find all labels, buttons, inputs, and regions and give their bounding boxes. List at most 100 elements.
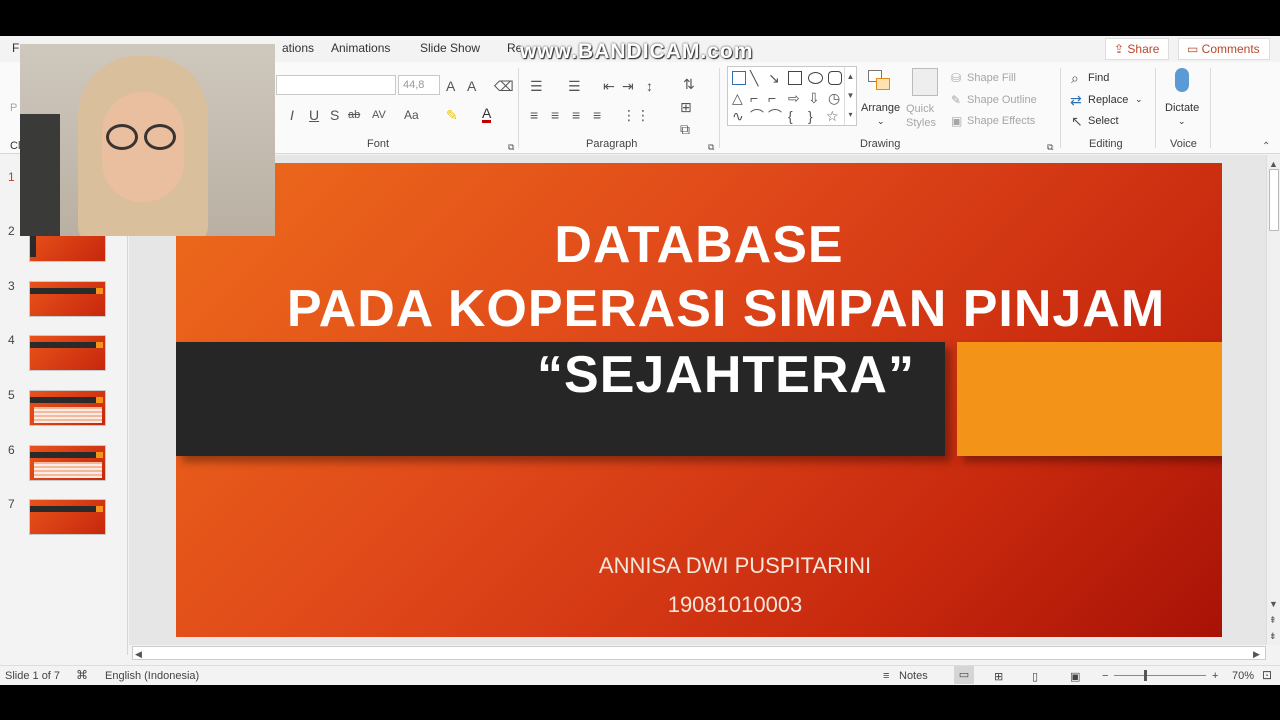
font-name-field[interactable] xyxy=(276,75,396,95)
connector-shape-icon[interactable]: ⌐ xyxy=(768,91,776,105)
scroll-down-icon[interactable]: ▼ xyxy=(1269,597,1278,611)
slideshow-view-icon[interactable]: ▣ xyxy=(1070,670,1080,683)
increase-indent-icon[interactable]: ⇥ xyxy=(622,79,634,93)
gallery-scroll-icon[interactable]: ▲ ▼ ▾ xyxy=(844,67,856,125)
dictate-button[interactable]: Dictate xyxy=(1165,102,1199,114)
arrange-button[interactable]: Arrange xyxy=(861,102,900,114)
horizontal-scrollbar[interactable]: ◀ ▶ xyxy=(132,646,1266,660)
zoom-in-icon[interactable]: + xyxy=(1212,670,1218,682)
zoom-out-icon[interactable]: − xyxy=(1102,670,1108,682)
dictate-dropdown-icon[interactable]: ⌄ xyxy=(1178,116,1186,127)
elbow-shape-icon[interactable]: ⌐ xyxy=(750,91,758,105)
scroll-thumb[interactable] xyxy=(1269,169,1279,231)
font-size-field[interactable]: 44,8 xyxy=(398,75,440,95)
zoom-slider[interactable] xyxy=(1114,675,1206,676)
slide-student-id[interactable]: 19081010003 xyxy=(525,592,945,618)
line-shape-icon[interactable]: ╲ xyxy=(750,71,758,85)
right-arrow-shape-icon[interactable]: ⇨ xyxy=(788,91,800,105)
triangle-shape-icon[interactable]: △ xyxy=(732,91,743,105)
slide-thumbnail-5[interactable] xyxy=(29,390,106,426)
scroll-right-icon[interactable]: ▶ xyxy=(1253,647,1260,661)
arrow-line-shape-icon[interactable]: ↘ xyxy=(768,71,780,85)
normal-view-icon[interactable]: ▭ xyxy=(954,666,974,684)
strikethrough-icon[interactable]: ab xyxy=(348,108,360,122)
align-center-icon[interactable]: ≡ xyxy=(551,108,559,122)
rounded-rect-shape-icon[interactable] xyxy=(828,71,842,85)
quick-styles-button[interactable]: Quick Styles xyxy=(906,102,946,130)
slide-title-line-3[interactable]: “SEJAHTERA” xyxy=(376,345,1076,405)
spellcheck-icon[interactable]: ⌘ xyxy=(76,668,88,682)
select-button[interactable]: Select xyxy=(1088,115,1119,127)
arrange-icon[interactable] xyxy=(866,68,894,96)
shape-fill-button[interactable]: Shape Fill xyxy=(967,72,1016,84)
tab-file[interactable]: F xyxy=(12,41,19,55)
slide-thumbnail-7[interactable] xyxy=(29,499,106,535)
rectangle-shape-icon[interactable] xyxy=(788,71,802,85)
next-slide-icon[interactable]: ⇟ xyxy=(1269,629,1277,643)
line-spacing-icon[interactable]: ↕ xyxy=(646,79,653,93)
highlight-icon[interactable]: ✎ xyxy=(446,108,458,122)
slide-thumbnail-3[interactable] xyxy=(29,281,106,317)
slide-sorter-icon[interactable]: ⊞ xyxy=(994,670,1003,683)
previous-slide-icon[interactable]: ⇞ xyxy=(1269,613,1277,627)
clear-formatting-icon[interactable]: ⌫ xyxy=(494,79,514,93)
notes-button[interactable]: Notes xyxy=(899,670,928,682)
slide-author[interactable]: ANNISA DWI PUSPITARINI xyxy=(525,553,945,579)
increase-font-icon[interactable]: A xyxy=(446,79,455,93)
slide-thumbnail-6[interactable] xyxy=(29,445,106,481)
align-right-icon[interactable]: ≡ xyxy=(572,108,580,122)
comments-button[interactable]: ▭ Comments xyxy=(1178,38,1270,60)
zoom-slider-thumb[interactable] xyxy=(1144,670,1147,681)
vertical-scrollbar[interactable]: ▲ ▼ ⇞ ⇟ xyxy=(1266,155,1280,645)
share-button[interactable]: ⇪ Share xyxy=(1105,38,1169,60)
underline-icon[interactable]: U xyxy=(309,108,319,122)
justify-icon[interactable]: ≡ xyxy=(593,108,601,122)
textbox-shape-icon[interactable] xyxy=(732,71,746,85)
bullets-icon[interactable]: ☰ xyxy=(530,79,543,93)
arc-shape-icon[interactable]: ⌒ xyxy=(768,109,782,123)
reading-view-icon[interactable]: ▯ xyxy=(1032,670,1038,683)
slide-thumbnail-4[interactable] xyxy=(29,335,106,371)
curve-shape-icon[interactable]: ⌒ xyxy=(750,109,764,123)
collapse-ribbon-icon[interactable]: ⌃ xyxy=(1262,140,1270,154)
down-arrow-shape-icon[interactable]: ⇩ xyxy=(808,91,820,105)
char-spacing-icon[interactable]: AV xyxy=(372,108,386,122)
decrease-font-icon[interactable]: A xyxy=(467,79,476,93)
zoom-level[interactable]: 70% xyxy=(1232,670,1254,682)
notes-icon[interactable]: ≡ xyxy=(883,670,889,682)
smartart-icon[interactable]: ⧉ xyxy=(680,122,690,136)
paragraph-launcher-icon[interactable]: ⧉ xyxy=(708,140,714,154)
freeform-shape-icon[interactable]: ∿ xyxy=(732,109,744,123)
align-text-icon[interactable]: ⊞ xyxy=(680,100,692,114)
shape-effects-button[interactable]: Shape Effects xyxy=(967,115,1035,127)
find-button[interactable]: Find xyxy=(1088,72,1109,84)
tab-animations[interactable]: Animations xyxy=(331,41,390,55)
star-shape-icon[interactable]: ☆ xyxy=(826,109,839,123)
font-color-icon[interactable]: A xyxy=(482,106,492,123)
brace-right-shape-icon[interactable]: } xyxy=(808,109,813,123)
drawing-launcher-icon[interactable]: ⧉ xyxy=(1047,140,1053,154)
columns-icon[interactable]: ⋮⋮ xyxy=(622,108,650,122)
align-left-icon[interactable]: ≡ xyxy=(530,108,538,122)
tab-transitions[interactable]: ations xyxy=(282,41,314,55)
oval-shape-icon[interactable] xyxy=(808,72,823,84)
quick-styles-icon[interactable] xyxy=(912,68,938,96)
slide-title-line-1[interactable]: DATABASE xyxy=(176,215,1222,275)
change-case-icon[interactable]: Aa xyxy=(404,108,419,122)
shape-outline-button[interactable]: Shape Outline xyxy=(967,94,1037,106)
scroll-left-icon[interactable]: ◀ xyxy=(135,647,142,661)
shadow-icon[interactable]: S xyxy=(330,108,339,122)
font-launcher-icon[interactable]: ⧉ xyxy=(508,140,514,154)
slide-title-line-2[interactable]: PADA KOPERASI SIMPAN PINJAM xyxy=(286,279,1166,339)
shapes-gallery[interactable]: ╲ ↘ △ ⌐ ⌐ ⇨ ⇩ ◷ ∿ ⌒ ⌒ { } ☆ ▲ ▼ ▾ xyxy=(727,66,857,126)
decrease-indent-icon[interactable]: ⇤ xyxy=(603,79,615,93)
fit-to-window-icon[interactable]: ⊡ xyxy=(1262,668,1272,682)
italic-icon[interactable]: I xyxy=(290,108,294,122)
replace-button[interactable]: Replace xyxy=(1088,94,1128,106)
numbering-icon[interactable]: ☰ xyxy=(568,79,581,93)
arrange-dropdown-icon[interactable]: ⌄ xyxy=(877,116,885,127)
replace-dropdown-icon[interactable]: ⌄ xyxy=(1135,94,1143,105)
text-direction-icon[interactable]: ⇅ xyxy=(683,77,695,91)
language-indicator[interactable]: English (Indonesia) xyxy=(105,670,199,682)
tab-slide-show[interactable]: Slide Show xyxy=(420,41,480,55)
